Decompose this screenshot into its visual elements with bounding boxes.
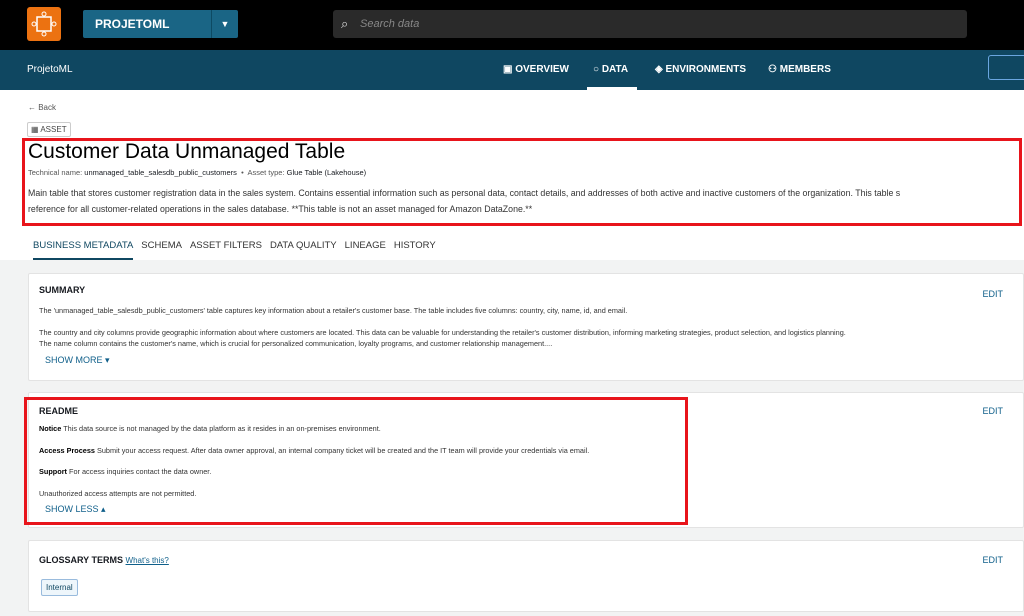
project-selector[interactable]: PROJETOML [83,10,211,38]
glossary-term[interactable]: Internal [41,579,78,596]
highlight-box [24,397,688,525]
tab-members[interactable]: ⚇ MEMBERS [768,64,831,90]
top-bar: PROJETOML ▼ ⌕ Search data [0,0,1024,50]
tab-environments[interactable]: ◈ ENVIRONMENTS [655,64,746,90]
project-nav: ProjetoML ▣ OVERVIEW ○ DATA ◈ ENVIRONMEN… [0,50,1024,90]
users-icon: ⚇ [768,64,780,75]
glossary-heading: GLOSSARY TERMS What's this? [39,555,169,565]
back-link[interactable]: ← Back [28,103,56,112]
action-button[interactable] [988,55,1024,80]
summary-heading: SUMMARY [39,285,86,295]
app-logo[interactable] [27,7,61,41]
tab-lineage[interactable]: LINEAGE [345,240,386,258]
table-icon: ▦ [31,125,41,134]
whats-this-link[interactable]: What's this? [126,556,169,565]
asset-description: Main table that stores customer registra… [28,188,901,214]
summary-text: The name column contains the customer's … [39,339,553,348]
summary-text: The 'unmanaged_table_salesdb_public_cust… [39,306,628,315]
summary-card: SUMMARY EDIT The 'unmanaged_table_salesd… [28,273,1024,381]
tab-data[interactable]: ○ DATA [587,64,637,90]
tab-schema[interactable]: SCHEMA [141,240,182,258]
chart-icon: ▣ [503,64,516,75]
chevron-down-icon[interactable]: ▼ [211,10,238,38]
tab-asset-filters[interactable]: ASSET FILTERS [190,240,262,258]
show-more-button[interactable]: SHOW MORE ▾ [45,355,110,366]
asset-tabs: BUSINESS METADATA SCHEMA ASSET FILTERS DATA… [33,240,444,260]
glossary-edit-button[interactable]: EDIT [982,555,1003,565]
tab-business-metadata[interactable]: BUSINESS METADATA [33,240,134,260]
glossary-card: GLOSSARY TERMS What's this? EDIT Interna… [28,540,1024,612]
project-title[interactable]: ProjetoML [27,64,73,75]
tab-data-quality[interactable]: DATA QUALITY [270,240,337,258]
summary-edit-button[interactable]: EDIT [982,289,1003,299]
asset-meta: Technical name: unmanaged_table_salesdb_… [28,168,367,177]
tab-overview[interactable]: ▣ OVERVIEW [503,64,569,90]
search-input[interactable]: ⌕ Search data [333,10,967,38]
page-title: Customer Data Unmanaged Table [28,140,346,163]
search-icon: ⌕ [341,16,349,31]
layers-icon: ◈ [655,64,666,75]
circle-icon: ○ [593,64,602,75]
summary-text: The country and city columns provide geo… [39,328,846,337]
asset-badge: ▦ ASSET [27,122,71,137]
readme-edit-button[interactable]: EDIT [982,406,1003,416]
tab-history[interactable]: HISTORY [394,240,436,258]
